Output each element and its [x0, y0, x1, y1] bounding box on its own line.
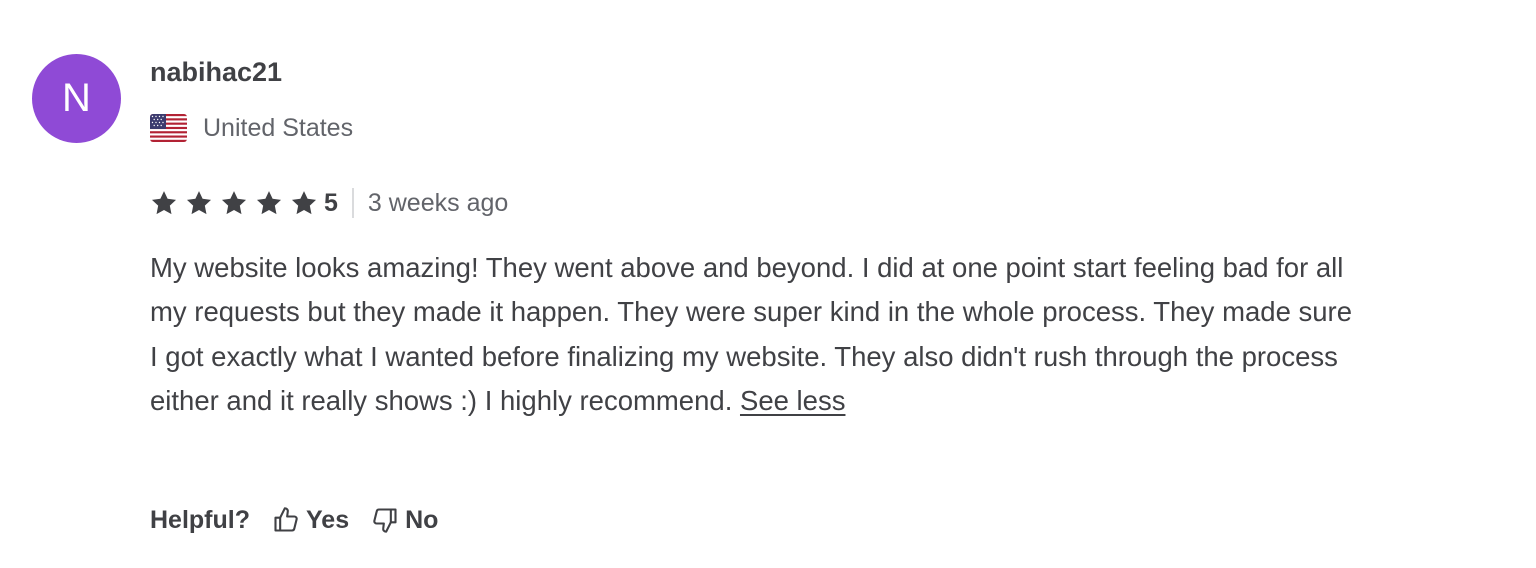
- reviewer-username: nabihac21: [150, 57, 283, 87]
- review-card: N nabihac21 United States 5 3 weeks ago …: [0, 0, 1536, 568]
- star-icon: [221, 191, 247, 215]
- rating-row: 5 3 weeks ago: [150, 184, 508, 222]
- thumbs-down-icon: [373, 508, 397, 533]
- reviewer-country: United States: [150, 110, 353, 146]
- star-icon: [151, 191, 177, 215]
- rating-divider: [351, 188, 354, 218]
- helpful-no-button[interactable]: No: [371, 506, 438, 535]
- rating-value: 5: [324, 188, 338, 217]
- helpful-yes-label: Yes: [306, 505, 350, 534]
- helpful-yes-button[interactable]: Yes: [272, 506, 349, 535]
- star-icon: [291, 191, 317, 215]
- star-icon: [186, 191, 212, 215]
- review-time: 3 weeks ago: [367, 188, 509, 217]
- helpful-label: Helpful?: [150, 505, 250, 534]
- us-flag-icon: [150, 114, 187, 142]
- see-less-link[interactable]: See less: [740, 385, 845, 416]
- star-rating: [150, 189, 325, 217]
- helpful-no-label: No: [405, 505, 439, 534]
- helpful-row: Helpful? Yes No: [150, 500, 460, 540]
- star-icon: [256, 191, 282, 215]
- review-text: My website looks amazing! They went abov…: [150, 246, 1360, 423]
- avatar-initial: N: [62, 76, 91, 120]
- avatar[interactable]: N: [32, 54, 121, 143]
- thumbs-up-icon: [274, 507, 298, 532]
- country-name: United States: [203, 114, 354, 142]
